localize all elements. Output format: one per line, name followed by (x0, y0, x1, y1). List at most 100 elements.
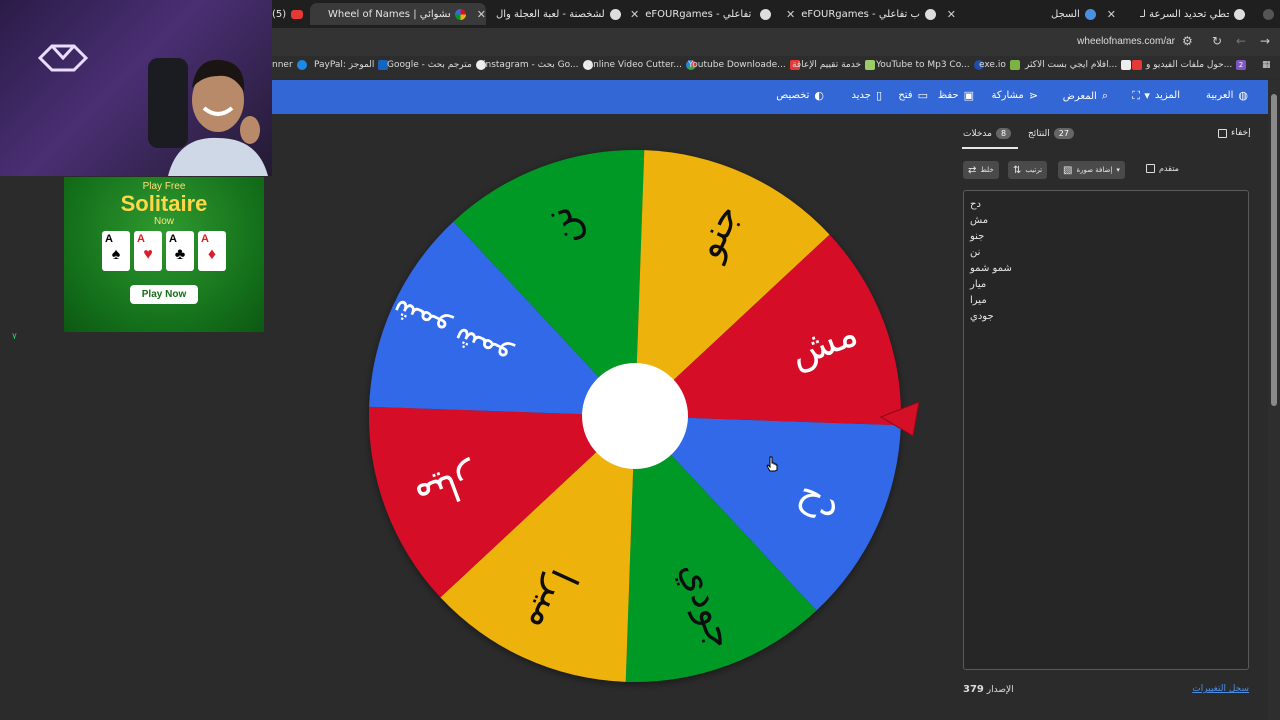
shuffle-button[interactable]: ⇄ خلط (963, 161, 999, 179)
browser-tab[interactable]: دوامة الشخصنة - لعبة العجلة وال (496, 3, 626, 25)
bookmark-item[interactable]: nner (272, 60, 311, 70)
close-tab-icon[interactable]: ✕ (477, 8, 486, 21)
language-button[interactable]: ◍ العربية (1206, 89, 1248, 102)
browser-tab[interactable]: السجل ✕ (1040, 3, 1116, 25)
wheel-center-button[interactable] (582, 363, 688, 469)
ad-line-3: Now (153, 216, 174, 227)
entry-line[interactable]: جودي (970, 309, 1012, 325)
browser-tab[interactable]: (5) (272, 3, 308, 25)
fullscreen-icon: ⛶ (1132, 89, 1140, 102)
entry-line[interactable]: ميار (970, 277, 1012, 293)
fullscreen-button[interactable]: ⛶ (1132, 89, 1140, 103)
version-label: الإصدار (986, 685, 1014, 695)
bookmark-item[interactable]: افلام ايجي بست الاكثر... (1025, 60, 1135, 70)
tab-title: (5) (272, 8, 286, 20)
spade-icon: ♠ (111, 246, 121, 263)
page-favicon-icon (924, 8, 936, 20)
advanced-checkbox[interactable] (1146, 164, 1155, 173)
advanced-toggle[interactable]: متقدم (1146, 164, 1179, 173)
share-icon: ⋖ (1028, 89, 1038, 102)
globe-icon: ◍ (1238, 89, 1248, 102)
file-icon: ▯ (875, 89, 882, 102)
reload-icon[interactable]: ↻ (1212, 34, 1222, 48)
customize-button[interactable]: ◐ تخصيص (776, 89, 824, 102)
scrollbar-thumb[interactable] (1271, 94, 1277, 406)
tab-entries[interactable]: مدخلات 8 (963, 128, 1012, 139)
bookmark-item[interactable]: YouTube to Mp3 Co... (876, 60, 988, 70)
webcam-overlay (0, 0, 272, 176)
youtube-icon (1132, 60, 1142, 70)
gallery-button[interactable]: ⌕ المعرض (1063, 89, 1108, 103)
heart-icon: ♥ (143, 246, 153, 263)
entries-textarea[interactable]: دح مش جنو نن شمو شمو ميار ميرا جودي (963, 190, 1249, 670)
tab-title: eFOURgames - ع ألعاب تفاعلي (801, 8, 920, 20)
close-tab-icon[interactable]: ✕ (1107, 8, 1116, 21)
entry-line[interactable]: دح (970, 197, 1012, 213)
entry-line[interactable]: شمو شمو (970, 261, 1012, 277)
tab-title: السجل (1051, 8, 1080, 20)
side-marker: ٧ (12, 332, 17, 342)
neon-logo-icon (37, 44, 89, 72)
browser-tab[interactable]: ✕ eFOURgames - ع ألعاب تفاعلي (630, 3, 776, 25)
bookmark-item[interactable]: PayPal: الموجز (314, 60, 392, 70)
changelog-link[interactable]: سجل التغييرات (1192, 684, 1249, 694)
back-icon[interactable]: ← (1236, 34, 1246, 48)
browser-tab[interactable]: تحطي تحديد السرعة لـ STC (1140, 3, 1250, 25)
bookmark-icon (296, 60, 307, 70)
bookmark-item[interactable]: exe.io (979, 60, 1024, 70)
tune-icon[interactable]: ⚙ (1182, 34, 1193, 48)
tab-title: Wheel of Names | اسم العشوائي (328, 8, 450, 20)
browser-tab[interactable]: ✕ eFOURgames - ع ألعاب تفاعلي ✕ (786, 3, 956, 25)
sort-button[interactable]: ⇅ ترتيب (1008, 161, 1048, 179)
play-now-button[interactable]: Play Now (129, 285, 199, 304)
page-favicon-icon (760, 8, 771, 20)
close-tab-icon[interactable]: ✕ (630, 8, 639, 21)
url-field[interactable]: wheelofnames.com/ar (1077, 36, 1175, 47)
page-favicon-icon (610, 8, 621, 20)
forward-icon[interactable]: → (1260, 34, 1270, 48)
close-tab-icon[interactable]: ✕ (947, 8, 956, 21)
tab-title: دوامة الشخصنة - لعبة العجلة وال (496, 8, 605, 20)
bookmark-item[interactable]: حول ملفات الفيديو و... (1128, 60, 1232, 70)
bookmark-item[interactable]: خدمة تقييم الإعاقة (792, 60, 879, 70)
image-icon: ▧ (1063, 164, 1073, 176)
entry-line[interactable]: جنو (970, 229, 1012, 245)
bookmark-item[interactable]: Google - مترجم بحث (387, 60, 490, 70)
save-button[interactable]: ▣ حفظ (938, 89, 974, 102)
wheel-of-names[interactable]: دحجوديميراميارشمو شمونن جنومش (272, 114, 952, 720)
new-button[interactable]: ▯ جديد (851, 89, 882, 102)
bookmark-item[interactable]: Youtube Downloade... (688, 60, 804, 70)
wheel-area[interactable]: دح جودي ميرا ميار شمو شمو نن جنو مش (272, 114, 952, 720)
entry-line[interactable]: ميرا (970, 293, 1012, 309)
share-button[interactable]: ⋖ مشاركة (992, 89, 1039, 102)
entry-line[interactable]: مش (970, 213, 1012, 229)
club-icon: ♣ (174, 246, 186, 263)
close-tab-icon[interactable]: ✕ (786, 8, 795, 21)
more-button[interactable]: المزيد ▾ (1144, 89, 1180, 102)
browser-tab-active[interactable]: Wheel of Names | اسم العشوائي ✕ (310, 3, 486, 25)
bookmark-item[interactable]: instagram - بحث Go... (483, 60, 597, 70)
add-image-button[interactable]: ▧ إضافة صورة ▾ (1058, 161, 1125, 179)
entries-count-badge: 8 (995, 128, 1012, 139)
open-button[interactable]: ▭ فتح (898, 89, 928, 102)
entry-line[interactable]: نن (970, 245, 1012, 261)
wheel-favicon-icon (454, 8, 466, 20)
entries-list: دح مش جنو نن شمو شمو ميار ميرا جودي (970, 197, 1012, 325)
bookmark-item[interactable]: Online Video Cutter... (586, 60, 700, 70)
tab-search-button[interactable] (1258, 3, 1276, 25)
version-number: 379 (963, 684, 984, 695)
apps-grid-icon[interactable]: ▦ (1262, 60, 1271, 70)
tab-results[interactable]: النتائج 27 (1028, 128, 1074, 139)
bookmark-item[interactable]: 2 (1232, 60, 1250, 70)
hide-checkbox[interactable] (1218, 128, 1227, 138)
bookmark-badge: 2 (1236, 60, 1246, 70)
tab-title: تحطي تحديد السرعة لـ STC (1140, 8, 1229, 20)
solitaire-ad[interactable]: Play Free Solitaire Now A ♠ A ♥ A ♣ A ♦ Play… (64, 177, 264, 332)
ad-cards: A ♠ A ♥ A ♣ A ♦ (64, 231, 264, 279)
active-tab-indicator (962, 147, 1018, 149)
page-scrollbar[interactable] (1268, 80, 1280, 720)
ad-line-1: Play Free (142, 181, 186, 192)
bookmark-icon (865, 60, 876, 70)
hide-toggle[interactable]: إخفاء (1218, 128, 1251, 138)
folder-icon: ▭ (917, 89, 928, 102)
